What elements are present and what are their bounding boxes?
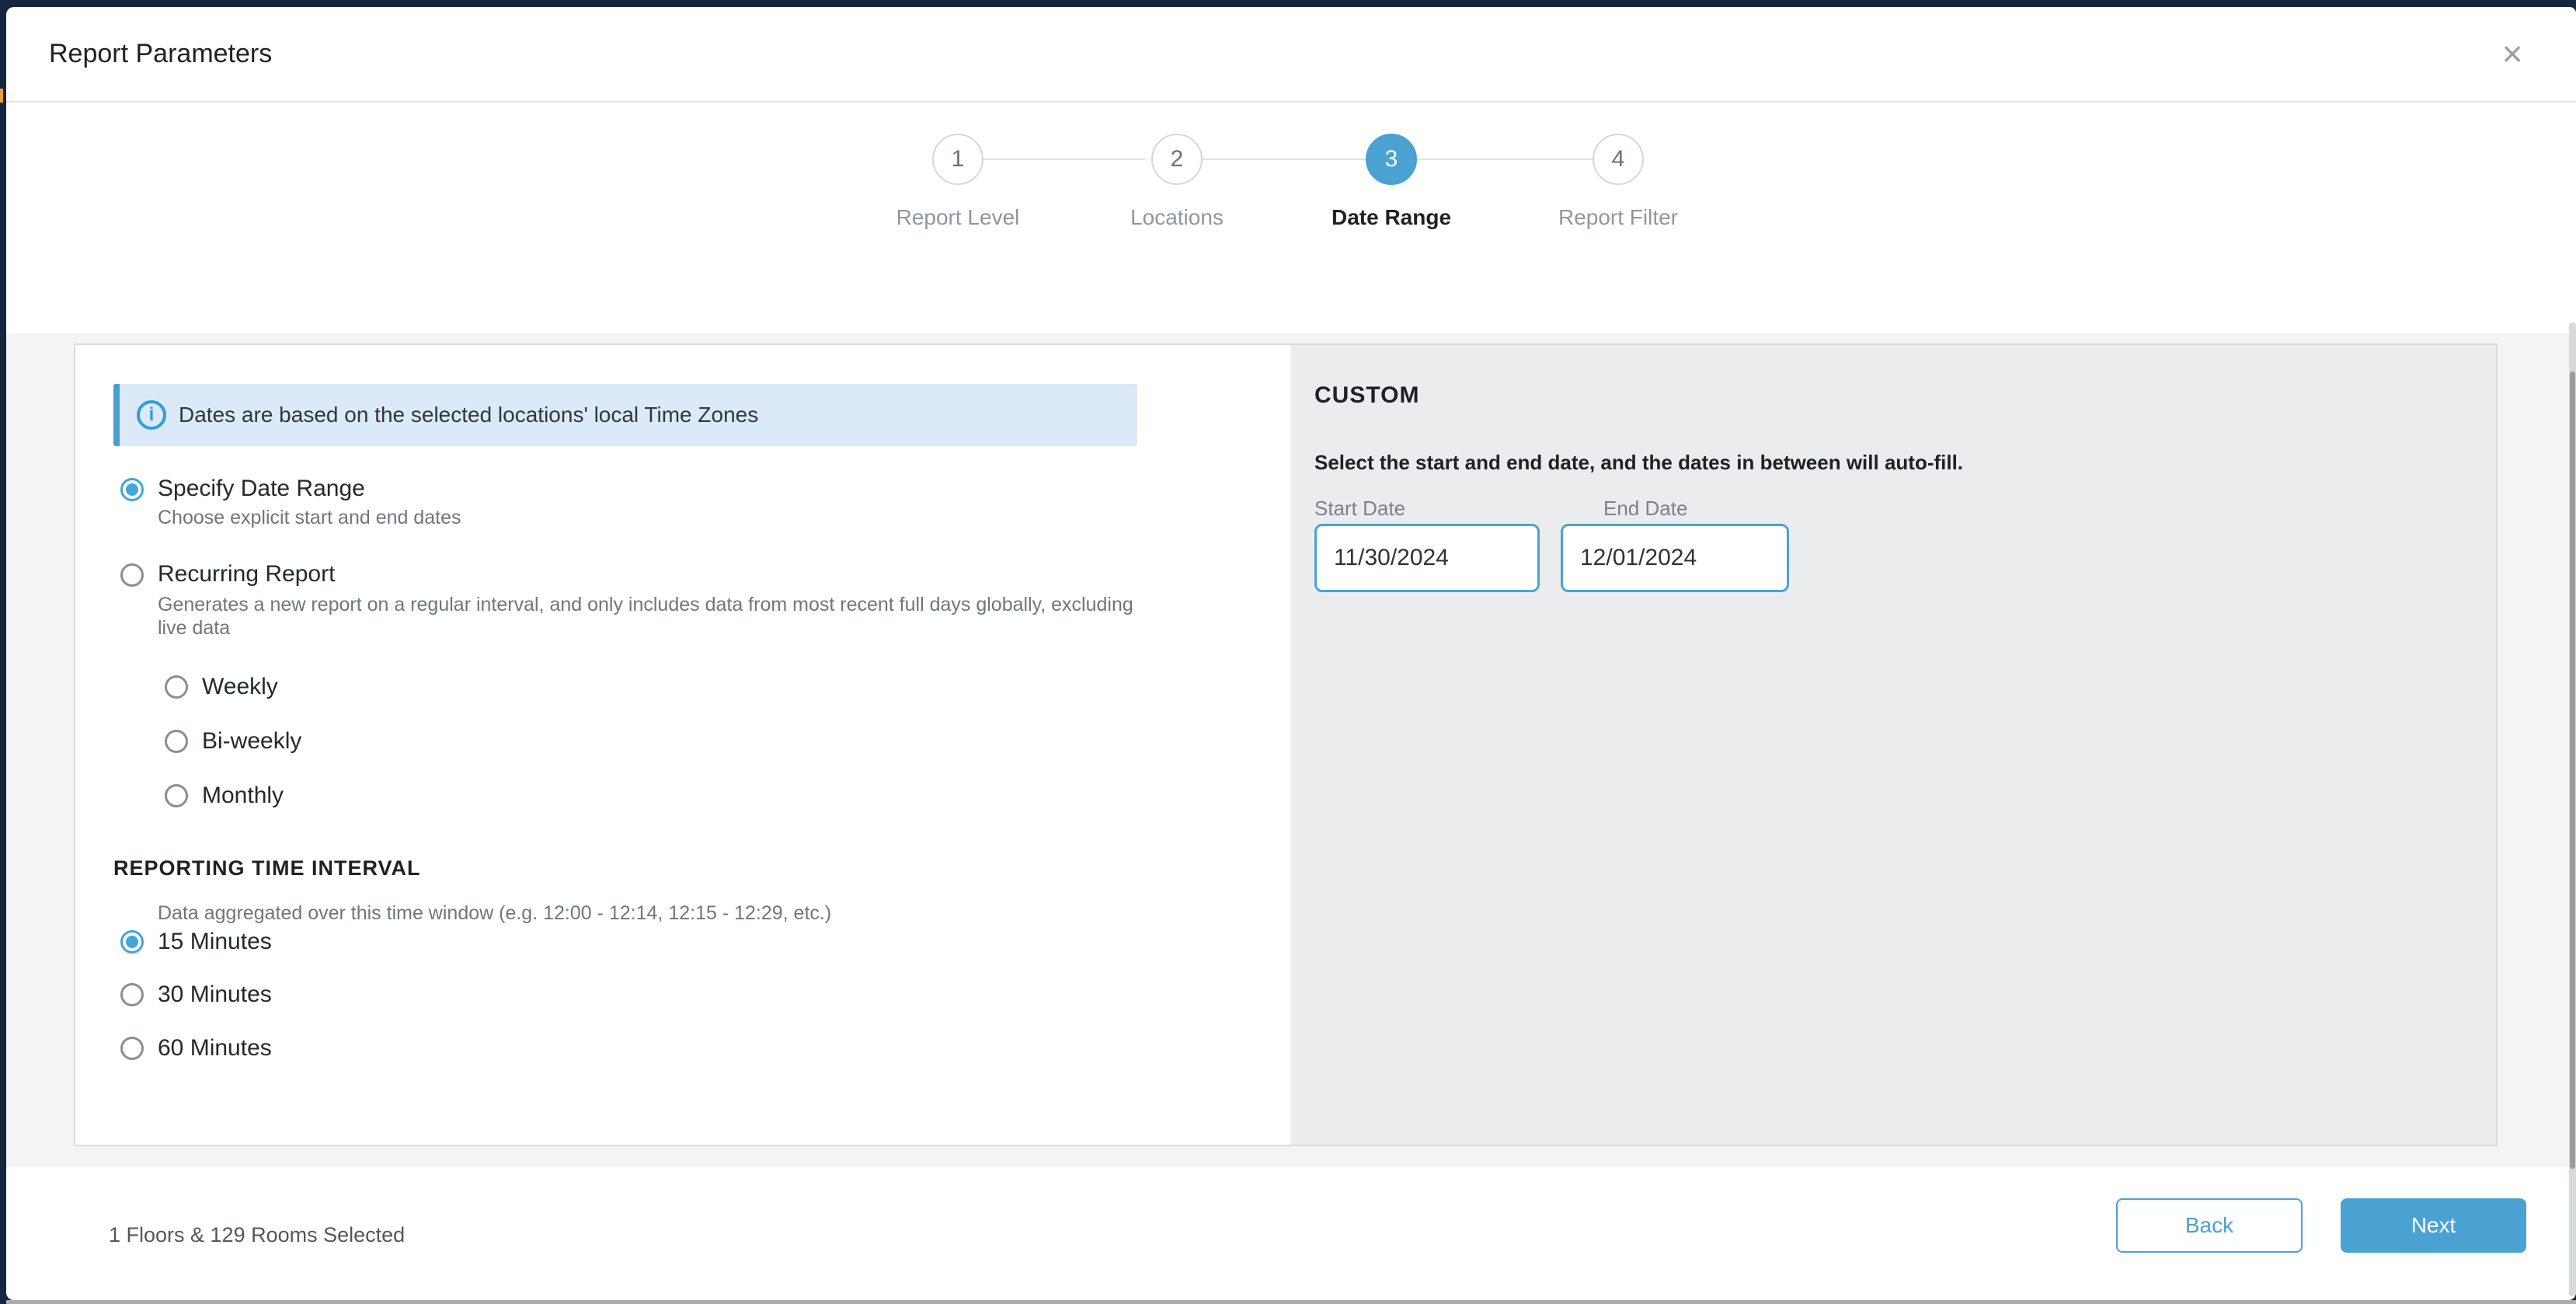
custom-panel-heading: CUSTOM xyxy=(1314,382,1419,409)
radio-recurring-report[interactable] xyxy=(120,563,144,587)
radio-bi-weekly[interactable] xyxy=(165,730,188,753)
radio-monthly[interactable] xyxy=(165,784,188,807)
step-label-locations: Locations xyxy=(1068,205,1286,230)
desc-specify-date-range: Choose explicit start and end dates xyxy=(158,506,461,529)
back-button[interactable]: Back xyxy=(2116,1198,2303,1253)
step-report-level[interactable]: 1 Report Level xyxy=(849,134,1067,230)
end-date-label: End Date xyxy=(1603,497,1687,521)
radio-30-minutes[interactable] xyxy=(120,983,144,1006)
dialog-footer: 1 Floors & 129 Rooms Selected Back Next xyxy=(6,1172,2576,1300)
step-locations[interactable]: 2 Locations xyxy=(1068,134,1286,230)
label-recurring-report[interactable]: Recurring Report xyxy=(158,561,335,587)
step-label-report-level: Report Level xyxy=(849,205,1067,230)
interval-section-heading: REPORTING TIME INTERVAL xyxy=(113,856,421,880)
date-options-panel: i Dates are based on the selected locati… xyxy=(75,345,1291,1145)
timezone-info-text: Dates are based on the selected location… xyxy=(179,403,758,427)
radio-15-minutes[interactable] xyxy=(120,930,144,954)
horizontal-scrollbar-track[interactable] xyxy=(6,1300,2576,1304)
dialog-header: Report Parameters × xyxy=(6,7,2576,103)
dialog-body: i Dates are based on the selected locati… xyxy=(6,256,2576,1172)
step-date-range[interactable]: 3 Date Range xyxy=(1283,134,1500,230)
radio-specify-date-range[interactable] xyxy=(120,478,144,501)
start-date-label: Start Date xyxy=(1314,497,1405,521)
step-circle-4[interactable]: 4 xyxy=(1593,134,1644,185)
custom-panel-instruction: Select the start and end date, and the d… xyxy=(1314,451,1963,475)
report-parameters-dialog: Report Parameters × 1 Report Level 2 Loc… xyxy=(6,7,2576,1300)
info-icon: i xyxy=(137,400,166,430)
next-button[interactable]: Next xyxy=(2341,1198,2526,1253)
end-date-input[interactable] xyxy=(1561,524,1789,592)
step-report-filter[interactable]: 4 Report Filter xyxy=(1509,134,1727,230)
timezone-info-banner: i Dates are based on the selected locati… xyxy=(113,384,1137,446)
step-label-date-range: Date Range xyxy=(1283,205,1500,230)
start-date-input[interactable] xyxy=(1314,524,1540,592)
desc-recurring-report: Generates a new report on a regular inte… xyxy=(158,593,1168,640)
page-title: Report Parameters xyxy=(49,39,272,69)
vertical-scrollbar-thumb[interactable] xyxy=(2570,371,2575,1169)
step-circle-3-active[interactable]: 3 xyxy=(1366,134,1417,185)
wizard-stepper: 1 Report Level 2 Locations 3 Date Range … xyxy=(6,101,2576,258)
selection-summary: 1 Floors & 129 Rooms Selected xyxy=(109,1223,405,1247)
label-weekly[interactable]: Weekly xyxy=(202,674,278,700)
radio-dot xyxy=(126,936,138,948)
step-label-report-filter: Report Filter xyxy=(1509,205,1727,230)
label-bi-weekly[interactable]: Bi-weekly xyxy=(202,728,301,755)
close-icon[interactable]: × xyxy=(2487,29,2537,78)
label-15-minutes[interactable]: 15 Minutes xyxy=(158,929,272,955)
radio-60-minutes[interactable] xyxy=(120,1037,144,1060)
date-range-card: i Dates are based on the selected locati… xyxy=(74,343,2498,1146)
label-monthly[interactable]: Monthly xyxy=(202,783,284,809)
step-circle-2[interactable]: 2 xyxy=(1151,134,1203,185)
label-specify-date-range[interactable]: Specify Date Range xyxy=(158,476,365,502)
radio-weekly[interactable] xyxy=(165,675,188,699)
step-circle-1[interactable]: 1 xyxy=(932,134,983,185)
label-30-minutes[interactable]: 30 Minutes xyxy=(158,981,272,1008)
body-background: i Dates are based on the selected locati… xyxy=(6,333,2576,1167)
radio-dot xyxy=(126,483,138,496)
interval-description: Data aggregated over this time window (e… xyxy=(158,901,831,925)
background-page-sliver xyxy=(0,89,3,103)
custom-date-panel: CUSTOM Select the start and end date, an… xyxy=(1291,345,2496,1145)
label-60-minutes[interactable]: 60 Minutes xyxy=(158,1035,272,1062)
